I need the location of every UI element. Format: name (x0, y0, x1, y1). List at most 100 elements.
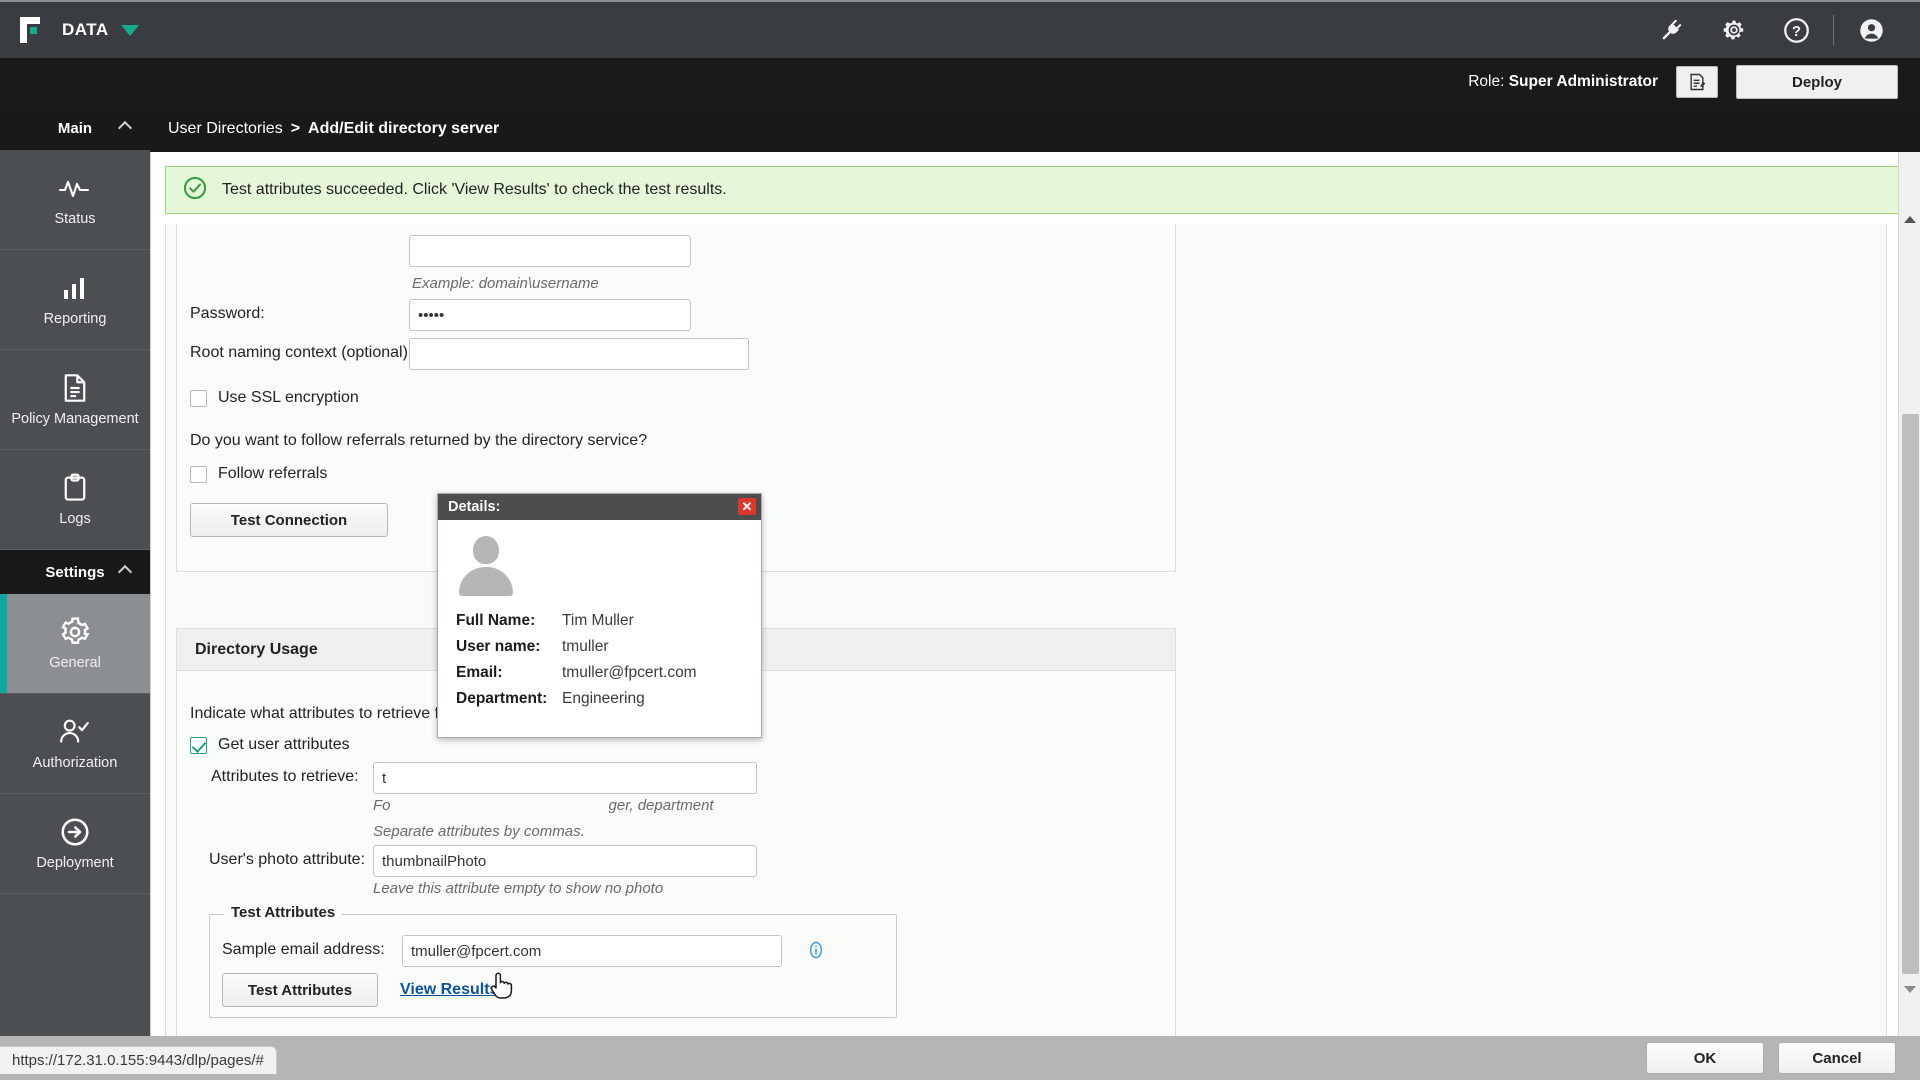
root-context-label-row: Root naming context (optional) : (190, 344, 417, 362)
document-icon (61, 371, 89, 405)
bar-chart-icon (61, 271, 89, 305)
chevron-up-icon (117, 120, 133, 136)
use-ssl-checkbox[interactable] (190, 389, 207, 407)
photo-attribute-label: User's photo attribute: (209, 851, 366, 868)
user-placeholder-icon (456, 536, 516, 596)
ok-button[interactable]: OK (1646, 1042, 1764, 1074)
department-value: Engineering (562, 690, 645, 707)
follow-referrals-label: Follow referrals (218, 465, 328, 482)
scroll-down-arrow-icon[interactable] (1899, 978, 1920, 1000)
root-naming-context-input[interactable] (409, 338, 749, 370)
user-account-icon[interactable] (1840, 1, 1902, 59)
header-icon-group: ? (1641, 1, 1920, 59)
test-attributes-fieldset: Test Attributes Sample email address: tm… (209, 904, 897, 1018)
follow-referrals-row: Follow referrals (190, 465, 327, 483)
user-check-icon (58, 715, 92, 749)
sidebar-group-settings[interactable]: Settings (0, 550, 150, 594)
password-label: Password: (190, 305, 265, 322)
root-naming-context-label: Root naming context (optional) : (190, 344, 417, 361)
close-icon[interactable]: ✕ (738, 498, 756, 515)
chevron-up-icon (117, 564, 133, 580)
details-popup-title: Details: (448, 499, 501, 515)
password-input[interactable] (409, 299, 691, 331)
cancel-button[interactable]: Cancel (1778, 1042, 1896, 1074)
sidebar-group-main[interactable]: Main (0, 106, 150, 150)
details-popup-titlebar[interactable]: Details: ✕ (438, 494, 761, 520)
photo-field-row (373, 845, 757, 877)
sidebar-item-policy-management-label: Policy Management (11, 411, 139, 428)
test-attributes-legend: Test Attributes (224, 904, 343, 921)
photo-label-row: User's photo attribute: (209, 851, 365, 869)
sidebar-group-settings-label: Settings (45, 563, 105, 581)
footer-buttons: OK Cancel (1646, 1042, 1896, 1074)
photo-attribute-hint: Leave this attribute empty to show no ph… (373, 880, 664, 897)
test-attributes-button[interactable]: Test Attributes (222, 973, 378, 1007)
get-user-attributes-checkbox[interactable] (190, 736, 207, 754)
details-popup-body: Full Name: Tim Muller User name: tmuller… (438, 520, 761, 708)
role-bar: Role: Super Administrator Deploy (0, 58, 1920, 106)
photo-attribute-input[interactable] (373, 845, 757, 877)
sidebar-item-deployment[interactable]: Deployment (0, 794, 150, 894)
gear-icon[interactable] (1703, 1, 1765, 59)
full-name-key: Full Name: (456, 612, 536, 629)
role-display: Role: Super Administrator (1468, 73, 1658, 91)
sample-email-info-row (806, 940, 826, 965)
clipboard-icon (62, 471, 88, 505)
status-url: https://172.31.0.155:9443/dlp/pages/# (0, 1046, 277, 1074)
top-header-bar: DATA ? (0, 0, 1920, 58)
sidebar-item-status[interactable]: Status (0, 150, 150, 250)
follow-referrals-checkbox[interactable] (190, 465, 207, 483)
ssl-checkbox-row: Use SSL encryption (190, 389, 359, 407)
scroll-panel: Example: domain\username Password: Root … (165, 224, 1887, 1036)
breadcrumb: User Directories > Add/Edit directory se… (150, 106, 1920, 152)
edit-note-icon[interactable] (1676, 66, 1718, 98)
sidebar-item-general[interactable]: General (0, 594, 150, 694)
sidebar-item-status-label: Status (54, 211, 96, 228)
attributes-field-row (373, 762, 757, 794)
deploy-button[interactable]: Deploy (1736, 65, 1898, 99)
follow-referrals-question: Do you want to follow referrals returned… (190, 432, 648, 449)
get-user-attributes-label: Get user attributes (218, 736, 350, 753)
separate-hint-row: Separate attributes by commas. (373, 823, 585, 840)
forcepoint-logo[interactable] (0, 1, 62, 59)
user-name-value: tmuller (562, 638, 609, 655)
svg-text:?: ? (1792, 24, 1801, 40)
breadcrumb-separator: > (290, 120, 301, 137)
sidebar-item-policy-management[interactable]: Policy Management (0, 350, 150, 450)
role-label: Role: (1468, 73, 1505, 90)
main-content: Test attributes succeeded. Click 'View R… (150, 152, 1920, 1036)
breadcrumb-parent-link[interactable]: User Directories (168, 120, 283, 138)
vertical-scrollbar[interactable] (1898, 152, 1920, 1036)
sidebar-item-general-label: General (49, 655, 101, 672)
username-input[interactable] (409, 235, 691, 267)
sidebar-item-authorization[interactable]: Authorization (0, 694, 150, 794)
sidebar-item-deployment-label: Deployment (36, 855, 114, 872)
scrollbar-thumb[interactable] (1902, 414, 1919, 974)
sample-email-input[interactable] (402, 935, 782, 967)
attributes-format-hint-row: Fo ger, department (373, 797, 714, 814)
view-results-link[interactable]: View Results (400, 981, 498, 999)
sidebar-item-logs[interactable]: Logs (0, 450, 150, 550)
separate-attributes-hint: Separate attributes by commas. (373, 823, 585, 840)
help-icon[interactable]: ? (1765, 1, 1827, 59)
sample-email-field-row (402, 935, 782, 967)
get-user-attributes-row: Get user attributes (190, 736, 350, 754)
user-name-key: User name: (456, 638, 541, 655)
test-attributes-actions-row: Test Attributes View Results (222, 973, 498, 1007)
attributes-to-retrieve-input[interactable] (373, 762, 757, 794)
plugin-icon[interactable] (1641, 1, 1703, 59)
attributes-label-row: Attributes to retrieve: (211, 768, 359, 786)
root-context-field-row (409, 338, 749, 370)
chevron-down-icon[interactable] (120, 24, 139, 36)
info-icon[interactable] (806, 940, 826, 965)
test-connection-button[interactable]: Test Connection (190, 503, 388, 537)
scroll-up-arrow-icon[interactable] (1899, 208, 1920, 230)
email-value: tmuller@fpcert.com (562, 664, 697, 681)
email-key: Email: (456, 664, 503, 681)
sidebar-group-main-label: Main (57, 119, 93, 137)
sidebar-item-reporting[interactable]: Reporting (0, 250, 150, 350)
gear-icon (59, 615, 91, 649)
attributes-to-retrieve-label: Attributes to retrieve: (211, 768, 359, 785)
success-check-icon (182, 175, 208, 206)
details-popup: Details: ✕ Full Name: Tim Muller User na… (437, 493, 762, 738)
